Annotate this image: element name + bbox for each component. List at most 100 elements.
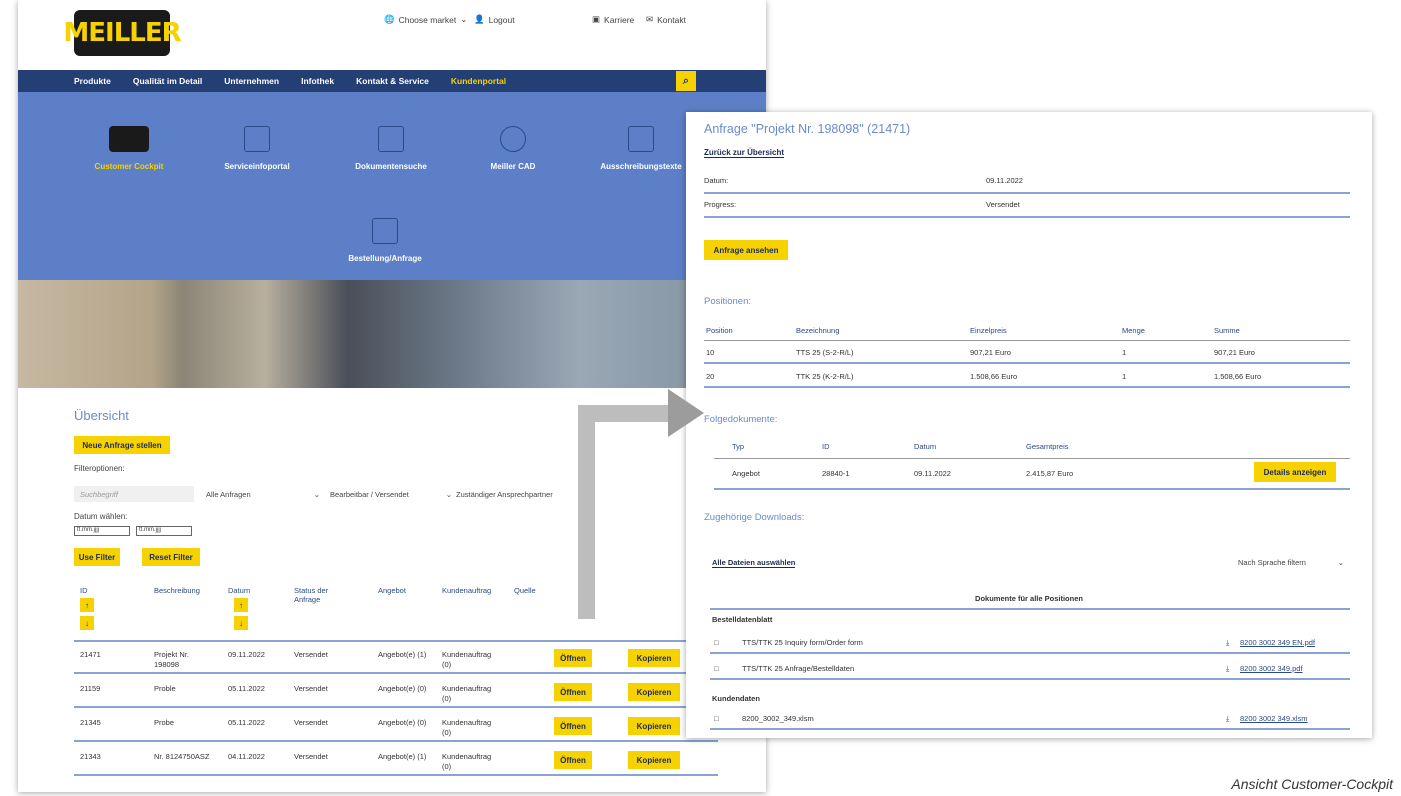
- file-name: TTS/TTK 25 Anfrage/Bestelldaten: [742, 664, 855, 673]
- tile-meiller-cad[interactable]: Meiller CAD: [458, 126, 568, 171]
- copy-button[interactable]: Kopieren: [628, 683, 680, 701]
- overview-title: Übersicht: [74, 408, 129, 423]
- order-form-icon: [372, 218, 398, 244]
- nav-item-kontakt-service[interactable]: Kontakt & Service: [356, 76, 429, 86]
- table-row: 21345 Probe 05.11.2022 Versendet Angebot(e) …: [74, 712, 718, 742]
- copy-button[interactable]: Kopieren: [628, 649, 680, 667]
- table-row: 21159 Proble 05.11.2022 Versendet Angebot(e)…: [74, 678, 718, 708]
- new-request-button[interactable]: Neue Anfrage stellen: [74, 436, 170, 454]
- logout-label: Logout: [488, 14, 515, 25]
- col-date[interactable]: Datum: [228, 586, 250, 595]
- globe-icon: 🌐: [384, 14, 395, 24]
- briefcase-icon: ▣: [592, 14, 601, 24]
- download-icon[interactable]: ⤓: [1226, 714, 1229, 724]
- divider: [710, 608, 1350, 610]
- contact-link[interactable]: ✉ Kontakt: [646, 14, 686, 25]
- nav-item-unternehmen[interactable]: Unternehmen: [224, 76, 279, 86]
- tile-ausschreibungstexte[interactable]: Ausschreibungstexte: [586, 126, 696, 171]
- download-icon[interactable]: ⤓: [1226, 664, 1229, 674]
- select-all-link[interactable]: Alle Dateien auswählen: [712, 558, 796, 568]
- row-order-link[interactable]: Kundenauftrag (0): [442, 650, 500, 670]
- tile-label: Bestellung/Anfrage: [348, 254, 422, 263]
- arrow-connector: [578, 405, 595, 619]
- file-download-link[interactable]: 8200 3002 349.xlsm: [1240, 714, 1308, 724]
- tile-label: Dokumentensuche: [355, 162, 427, 171]
- position-qty: 1: [1122, 348, 1127, 357]
- open-button[interactable]: Öffnen: [554, 717, 592, 735]
- status-filter-select[interactable]: Bearbeitbar / Versendet ⌄: [324, 486, 458, 502]
- file-download-link[interactable]: 8200 3002 349 EN.pdf: [1240, 638, 1315, 648]
- follow-type: Angebot: [732, 469, 760, 478]
- sort-id-up-button[interactable]: ↑: [80, 598, 94, 612]
- open-button[interactable]: Öffnen: [554, 683, 592, 701]
- use-filter-button[interactable]: Use Filter: [74, 548, 120, 566]
- divider: [714, 458, 1350, 459]
- logout-link[interactable]: 👤 Logout: [474, 14, 515, 25]
- status-filter-value: Bearbeitbar / Versendet: [330, 489, 409, 499]
- row-order-link[interactable]: Kundenauftrag (0): [442, 684, 500, 704]
- meiller-logo[interactable]: MEILLER: [63, 10, 182, 56]
- file-checkbox[interactable]: □: [714, 664, 719, 674]
- nav-item-qualitaet[interactable]: Qualität im Detail: [133, 76, 202, 86]
- divider: [714, 488, 1350, 490]
- sort-id-down-button[interactable]: ↓: [80, 616, 94, 630]
- mail-icon: ✉: [646, 14, 654, 24]
- download-icon[interactable]: ⤓: [1226, 638, 1229, 648]
- search-button[interactable]: ⌕: [676, 71, 696, 91]
- nav-item-infothek[interactable]: Infothek: [301, 76, 334, 86]
- col-id[interactable]: ID: [80, 586, 88, 595]
- row-offer-link[interactable]: Angebot(e) (1): [378, 752, 436, 762]
- date-from-input[interactable]: tt.mm.jjjj: [74, 526, 130, 536]
- open-button[interactable]: Öffnen: [554, 751, 592, 769]
- caption: Ansicht Customer-Cockpit: [1231, 776, 1393, 792]
- tile-label: Customer Cockpit: [94, 162, 164, 171]
- file-name: 8200_3002_349.xlsm: [742, 714, 814, 723]
- divider: [710, 728, 1350, 730]
- career-link[interactable]: ▣ Karriere: [592, 14, 634, 25]
- row-order-link[interactable]: Kundenauftrag (0): [442, 752, 500, 772]
- search-input[interactable]: Suchbegriff: [74, 486, 194, 502]
- choose-market-link[interactable]: 🌐 Choose market ⌄: [384, 14, 467, 25]
- row-offer-link[interactable]: Angebot(e) (0): [378, 718, 436, 728]
- portal-tiles: Customer Cockpit Serviceinfoportal Dokum…: [18, 92, 766, 280]
- nav-item-produkte[interactable]: Produkte: [74, 76, 111, 86]
- request-filter-select[interactable]: Alle Anfragen ⌄: [200, 486, 326, 502]
- tile-serviceinfoportal[interactable]: Serviceinfoportal: [202, 126, 312, 171]
- copy-button[interactable]: Kopieren: [628, 717, 680, 735]
- file-checkbox[interactable]: □: [714, 714, 719, 724]
- back-link[interactable]: Zurück zur Übersicht: [704, 148, 785, 158]
- nav-item-kundenportal[interactable]: Kundenportal: [451, 76, 506, 86]
- row-id: 21345: [80, 718, 101, 727]
- col-order: Kundenauftrag: [442, 586, 492, 595]
- choose-market-label: Choose market: [398, 14, 457, 25]
- filter-label: Filteroptionen:: [74, 464, 125, 473]
- reset-filter-button[interactable]: Reset Filter: [142, 548, 200, 566]
- document-search-icon: [378, 126, 404, 152]
- file-name: TTS/TTK 25 Inquiry form/Order form: [742, 638, 863, 647]
- row-date: 05.11.2022: [228, 684, 265, 693]
- row-status: Versendet: [294, 752, 328, 761]
- open-button[interactable]: Öffnen: [554, 649, 592, 667]
- tile-bestellung[interactable]: Bestellung/Anfrage: [330, 218, 440, 263]
- row-order-link[interactable]: Kundenauftrag (0): [442, 718, 500, 738]
- docs-heading: Dokumente für alle Positionen: [975, 594, 1083, 603]
- table-row: 21471 Projekt Nr. 198098 09.11.2022 Versend…: [74, 644, 718, 674]
- language-filter-select[interactable]: Nach Sprache filtern ⌄: [1232, 554, 1350, 570]
- career-label: Karriere: [604, 14, 635, 25]
- tile-customer-cockpit[interactable]: Customer Cockpit: [74, 126, 184, 171]
- row-offer-link[interactable]: Angebot(e) (1): [378, 650, 436, 660]
- sort-date-up-button[interactable]: ↑: [234, 598, 248, 612]
- view-request-button[interactable]: Anfrage ansehen: [704, 240, 788, 260]
- tile-label: Meiller CAD: [490, 162, 536, 171]
- date-to-input[interactable]: tt.mm.jjjj: [136, 526, 192, 536]
- copy-button[interactable]: Kopieren: [628, 751, 680, 769]
- tile-label: Ausschreibungstexte: [600, 162, 682, 171]
- contact-filter-select[interactable]: Zuständiger Ansprechpartner⌄: [450, 486, 596, 502]
- row-offer-link[interactable]: Angebot(e) (0): [378, 684, 436, 694]
- sort-date-down-button[interactable]: ↓: [234, 616, 248, 630]
- file-checkbox[interactable]: □: [714, 638, 719, 648]
- tile-dokumentensuche[interactable]: Dokumentensuche: [336, 126, 446, 171]
- file-download-link[interactable]: 8200 3002 349.pdf: [1240, 664, 1303, 674]
- user-icon: 👤: [474, 14, 485, 24]
- details-button[interactable]: Details anzeigen: [1254, 462, 1336, 482]
